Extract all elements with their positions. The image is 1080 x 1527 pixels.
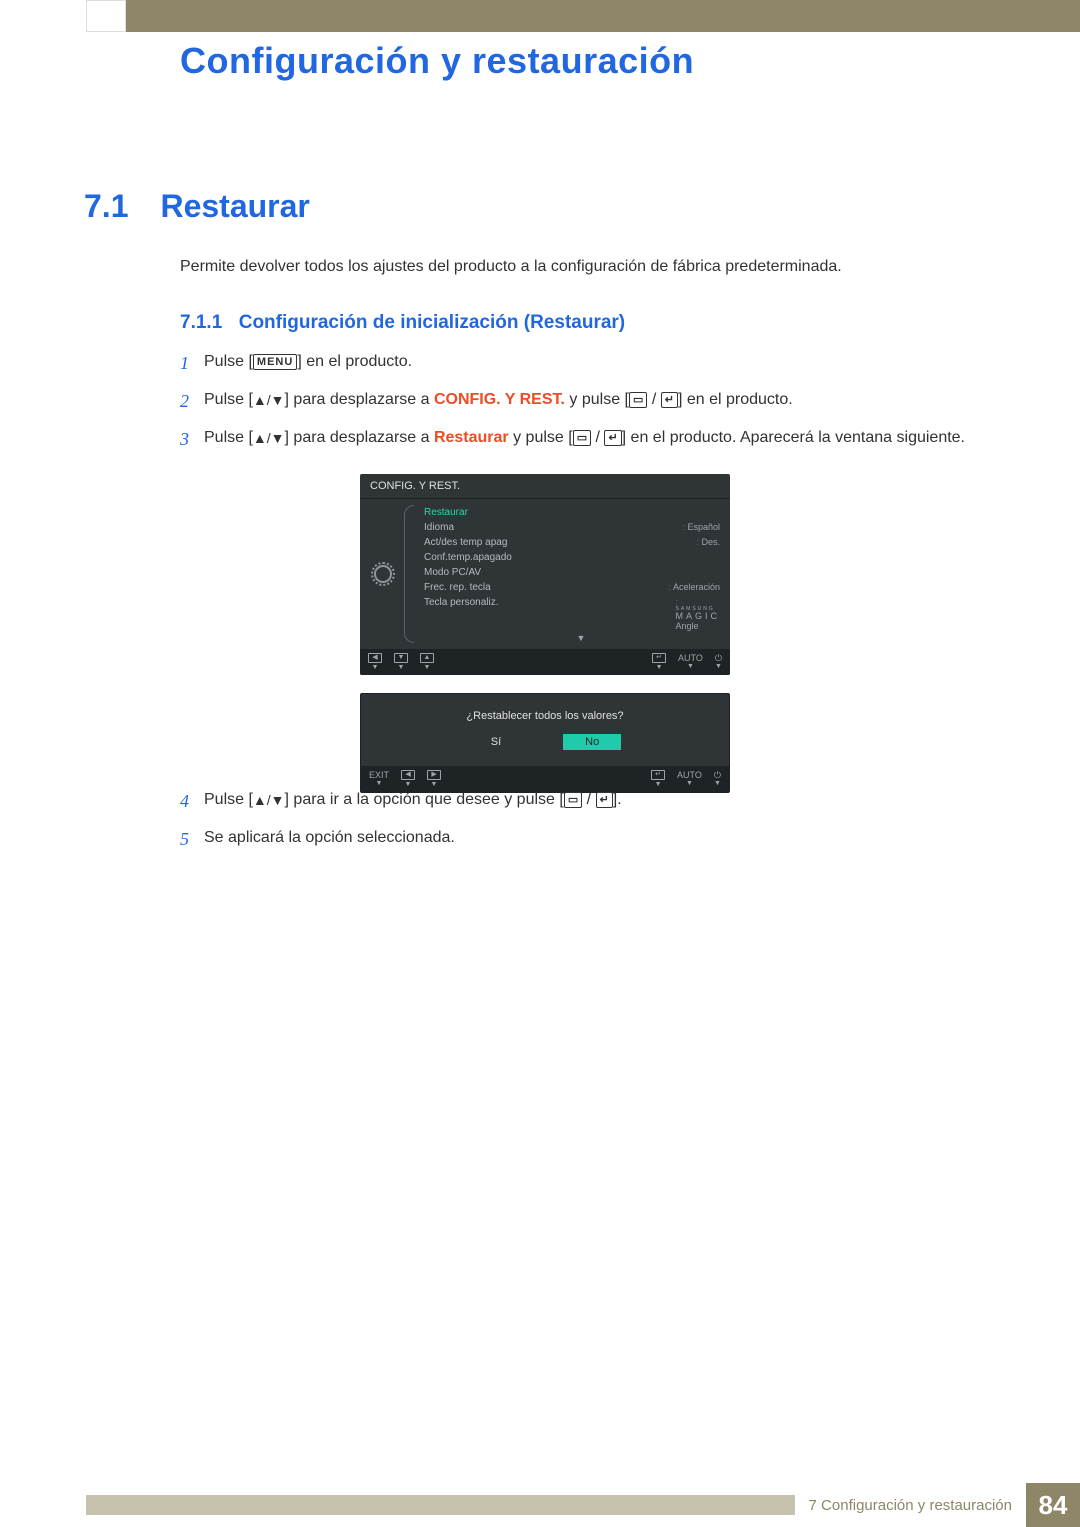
osd-confirm-panel: ¿Restablecer todos los valores? Sí No EX… — [360, 693, 730, 793]
osd-item-label: Restaurar — [424, 507, 468, 518]
subsection-title: Configuración de inicialización (Restaur… — [239, 312, 625, 334]
osd-category-icon — [360, 499, 406, 649]
up-down-arrow-icon: ▲/▼ — [253, 793, 285, 807]
page-number: 84 — [1026, 1483, 1080, 1527]
up-down-arrow-icon: ▲/▼ — [253, 431, 285, 445]
osd-item-value: Des. — [696, 537, 720, 548]
osd-option-yes[interactable]: Sí — [469, 734, 523, 750]
step-3: 3 Pulse [▲/▼] para desplazarse a Restaur… — [180, 426, 1000, 453]
source-icon: ▭ — [573, 430, 591, 446]
enter-icon: ↵ — [596, 792, 613, 808]
step-2: 2 Pulse [▲/▼] para desplazarse a CONFIG.… — [180, 388, 1000, 415]
up-down-arrow-icon: ▲/▼ — [253, 393, 285, 407]
osd-item-value: Aceleración — [668, 582, 720, 593]
highlight-restaurar: Restaurar — [434, 429, 509, 446]
osd-item-keyrepeat[interactable]: Frec. rep. tecla Aceleración — [424, 580, 720, 595]
osd-power[interactable]: ⏻▼ — [715, 654, 722, 670]
step-number: 1 — [180, 350, 204, 377]
step-number: 5 — [180, 826, 204, 853]
osd-item-idioma[interactable]: Idioma Español — [424, 520, 720, 535]
highlight-config-rest: CONFIG. Y REST. — [434, 391, 565, 408]
osd-item-label: Act/des temp apag — [424, 537, 507, 548]
menu-button-icon: MENU — [253, 354, 297, 370]
osd-item-pcav[interactable]: Modo PC/AV — [424, 565, 720, 580]
text-fragment: Pulse [ — [204, 353, 253, 370]
osd-item-label: Conf.temp.apagado — [424, 552, 512, 563]
subsection-number: 7.1.1 — [180, 312, 222, 334]
osd-auto[interactable]: AUTO▼ — [678, 654, 703, 670]
text-fragment: ] en el producto. — [297, 353, 412, 370]
text-fragment: ] para desplazarse a — [285, 391, 434, 408]
step-1: 1 Pulse [MENU] en el producto. — [180, 350, 1000, 377]
text-fragment: ]. — [613, 791, 622, 808]
osd-item-list: Restaurar Idioma Español Act/des temp ap… — [406, 499, 730, 649]
text-fragment: Pulse [ — [204, 391, 253, 408]
osd-enter[interactable]: ↵▼ — [652, 653, 666, 671]
osd-confirm-question: ¿Restablecer todos los valores? — [361, 694, 729, 734]
osd-exit[interactable]: EXIT▼ — [369, 771, 389, 787]
gear-icon — [374, 565, 392, 583]
osd-item-timer-set[interactable]: Conf.temp.apagado — [424, 550, 720, 565]
step-4: 4 Pulse [▲/▼] para ir a la opción que de… — [180, 788, 1000, 815]
source-icon: ▭ — [564, 792, 582, 808]
footer-chapter-ref: 7 Configuración y restauración — [795, 1497, 1026, 1514]
osd-item-value: SAMSUNGMAGIC Angle — [675, 597, 720, 631]
osd-item-label: Modo PC/AV — [424, 567, 481, 578]
text-fragment: ] para desplazarse a — [285, 429, 434, 446]
text-fragment: ] en el producto. Aparecerá la ventana s… — [622, 429, 965, 446]
osd-item-customkey[interactable]: Tecla personaliz. SAMSUNGMAGIC Angle — [424, 595, 720, 633]
osd-nav-left[interactable]: ◀▼ — [368, 653, 382, 671]
osd-nav-right[interactable]: ▶▼ — [427, 770, 441, 788]
section-number: 7.1 — [84, 188, 156, 225]
step-text: Pulse [▲/▼] para desplazarse a CONFIG. Y… — [204, 388, 1000, 415]
osd-item-restaurar[interactable]: Restaurar — [424, 505, 720, 520]
osd-nav-down[interactable]: ▼▼ — [394, 653, 408, 671]
magic-label: MAGIC — [675, 612, 720, 621]
text-fragment: y pulse [ — [509, 429, 573, 446]
osd-nav-up[interactable]: ▲▼ — [420, 653, 434, 671]
text-fragment: Pulse [ — [204, 429, 253, 446]
osd-menu-panel: CONFIG. Y REST. Restaurar Idioma Español… — [360, 474, 730, 675]
source-icon: ▭ — [629, 392, 647, 408]
chevron-down-icon: ▼ — [442, 633, 720, 647]
step-text: Pulse [MENU] en el producto. — [204, 350, 1000, 377]
osd-title: CONFIG. Y REST. — [360, 474, 730, 499]
osd-auto[interactable]: AUTO▼ — [677, 771, 702, 787]
osd-nav-left[interactable]: ◀▼ — [401, 770, 415, 788]
chapter-title: Configuración y restauración — [180, 40, 694, 82]
osd-item-label: Tecla personaliz. — [424, 597, 498, 631]
page-header-accent — [126, 0, 1080, 32]
step-text: Pulse [▲/▼] para desplazarse a Restaurar… — [204, 426, 1000, 453]
osd-option-no[interactable]: No — [563, 734, 621, 750]
enter-icon: ↵ — [604, 430, 621, 446]
osd-power[interactable]: ⏻▼ — [714, 771, 721, 787]
step-text: Se aplicará la opción seleccionada. — [204, 826, 1000, 853]
osd-item-timer-onoff[interactable]: Act/des temp apag Des. — [424, 535, 720, 550]
enter-icon: ↵ — [661, 392, 678, 408]
step-5: 5 Se aplicará la opción seleccionada. — [180, 826, 1000, 853]
magic-angle-suffix: Angle — [675, 621, 698, 631]
text-fragment: y pulse [ — [565, 391, 629, 408]
osd-item-label: Idioma — [424, 522, 454, 533]
osd-enter[interactable]: ↵▼ — [651, 770, 665, 788]
text-fragment: ] en el producto. — [678, 391, 793, 408]
step-text: Pulse [▲/▼] para ir a la opción que dese… — [204, 788, 1000, 815]
text-fragment: Pulse [ — [204, 791, 253, 808]
osd-bracket — [404, 505, 414, 643]
step-number: 3 — [180, 426, 204, 453]
osd-item-label: Frec. rep. tecla — [424, 582, 491, 593]
footer-accent-bar — [86, 1495, 795, 1515]
text-fragment: ] para ir a la opción que desee y pulse … — [285, 791, 564, 808]
osd-footer-bar: ◀▼ ▼▼ ▲▼ ↵▼ AUTO▼ ⏻▼ — [360, 649, 730, 675]
osd-item-value: Español — [682, 522, 720, 533]
step-number: 2 — [180, 388, 204, 415]
page-footer: 7 Configuración y restauración 84 — [86, 1483, 1080, 1527]
section-title: Restaurar — [160, 188, 309, 225]
step-number: 4 — [180, 788, 204, 815]
section-description: Permite devolver todos los ajustes del p… — [180, 256, 1000, 278]
page-tab-corner — [86, 0, 126, 32]
